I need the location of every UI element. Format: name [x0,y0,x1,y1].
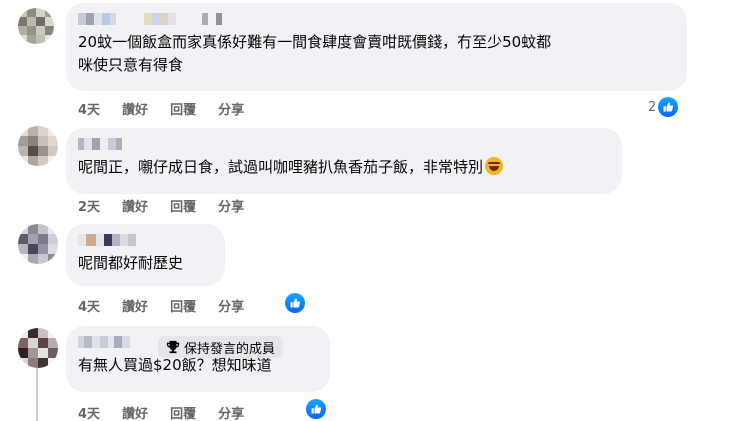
share-button[interactable]: 分享 [218,296,244,315]
share-button[interactable]: 分享 [218,196,244,215]
reply-button[interactable]: 回覆 [170,403,196,421]
comment-bubble: 呢間都好耐歷史 [66,224,225,286]
reaction-summary[interactable] [285,293,305,313]
timestamp[interactable]: 4天 [78,99,100,118]
reaction-summary[interactable]: 2 [648,97,679,117]
avatar[interactable] [18,8,54,44]
rofl-emoji [485,157,504,175]
reply-button[interactable]: 回覆 [170,99,196,118]
comment-bubble: 20蚊一個飯盒而家真係好難有一間食肆度會賣咁既價錢，冇至少50蚊都 咪使只意有得… [66,3,687,91]
like-icon [285,293,305,313]
reply-button[interactable]: 回覆 [170,296,196,315]
timestamp[interactable]: 2天 [78,196,100,215]
like-button[interactable]: 讚好 [122,196,148,215]
author-name[interactable] [78,232,213,248]
reply-button[interactable]: 回覆 [170,196,196,215]
comment-text: 呢間正，嚫仔成日食，試過叫咖哩豬扒魚香茄子飯，非常特別 [78,156,610,179]
share-button[interactable]: 分享 [218,99,244,118]
member-badge[interactable]: 保持發言的成員 [158,336,284,358]
avatar[interactable] [18,328,58,368]
comment-bubble: 呢間正，嚫仔成日食，試過叫咖哩豬扒魚香茄子飯，非常特別 [66,128,622,194]
comment-actions: 4天 讚好 回覆 分享 [78,99,244,118]
like-button[interactable]: 讚好 [122,296,148,315]
timestamp[interactable]: 4天 [78,403,100,421]
like-button[interactable]: 讚好 [122,403,148,421]
comment-actions: 4天 讚好 回覆 分享 [78,296,244,315]
like-icon [306,399,326,419]
timestamp[interactable]: 4天 [78,296,100,315]
trophy-icon [166,340,180,354]
reaction-count: 2 [648,99,657,115]
author-name[interactable] [78,11,675,27]
comment-text: 呢間都好耐歷史 [78,254,184,272]
comment-actions: 2天 讚好 回覆 分享 [78,196,244,215]
comment-text: 20蚊一個飯盒而家真係好難有一間食肆度會賣咁既價錢，冇至少50蚊都 咪使只意有得… [78,33,552,74]
like-button[interactable]: 讚好 [122,99,148,118]
author-name[interactable] [78,136,610,152]
avatar[interactable] [18,126,58,166]
reaction-summary[interactable] [306,399,326,419]
share-button[interactable]: 分享 [218,403,244,421]
comment-actions: 4天 讚好 回覆 分享 [78,403,244,421]
badge-label: 保持發言的成員 [184,341,276,357]
avatar[interactable] [18,224,58,264]
like-icon [658,97,679,117]
